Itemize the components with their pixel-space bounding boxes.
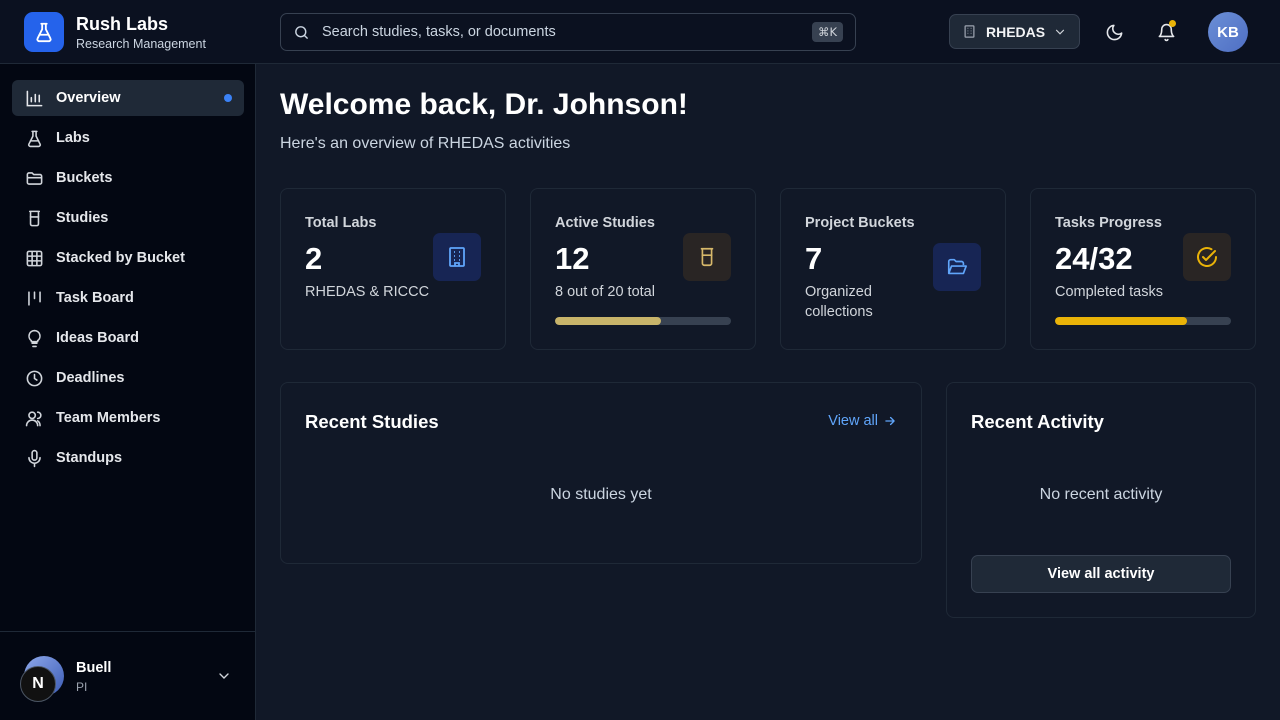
sidebar-item-buckets[interactable]: Buckets [12, 160, 244, 196]
moon-icon [1105, 23, 1124, 42]
beaker-icon [24, 208, 44, 228]
sidebar-item-label: Buckets [56, 170, 113, 186]
stat-value: 24/32 [1055, 241, 1133, 276]
top-bar: Rush Labs Research Management ⌘K RHEDAS [0, 0, 1280, 64]
sidebar-item-label: Standups [56, 450, 123, 466]
sidebar-item-label: Task Board [56, 290, 134, 306]
app-root: Rush Labs Research Management ⌘K RHEDAS [0, 0, 1280, 720]
theme-toggle-button[interactable] [1098, 16, 1130, 48]
n-badge[interactable]: N [20, 666, 56, 702]
tasks-progress-fill [1055, 317, 1187, 325]
users-icon [24, 408, 44, 428]
stat-value: 2 [305, 241, 323, 276]
grid-icon [24, 248, 44, 268]
stat-card-tasks-progress: Tasks Progress 24/32 Completed tasks [1030, 188, 1256, 350]
sidebar-item-standups[interactable]: Standups [12, 440, 244, 476]
flask-logo-icon [24, 12, 64, 52]
active-indicator-dot [224, 94, 232, 102]
view-all-activity-button[interactable]: View all activity [971, 555, 1231, 593]
user-role: PI [76, 680, 88, 694]
sidebar-item-label: Team Members [56, 410, 161, 426]
sidebar-item-label: Deadlines [56, 370, 125, 386]
flask-icon [24, 128, 44, 148]
stat-label: Total Labs [305, 215, 377, 231]
sidebar-item-labs[interactable]: Labs [12, 120, 244, 156]
search-input[interactable] [322, 24, 812, 40]
notifications-button[interactable] [1150, 16, 1182, 48]
building-icon [962, 24, 977, 39]
brand-title: Rush Labs [76, 13, 169, 34]
stat-description: Organized collections [805, 284, 873, 320]
main-content: Welcome back, Dr. Johnson! Here's an ove… [257, 64, 1280, 720]
folder-icon [24, 168, 44, 188]
sidebar-item-task-board[interactable]: Task Board [12, 280, 244, 316]
recent-studies-panel: Recent Studies View all No studies yet [280, 382, 922, 564]
sidebar-item-label: Ideas Board [56, 330, 139, 346]
stat-value: 12 [555, 241, 590, 276]
page-title: Welcome back, Dr. Johnson! [280, 88, 688, 121]
user-avatar[interactable]: KB [1208, 12, 1248, 52]
studies-progress-fill [555, 317, 661, 325]
stat-label: Active Studies [555, 215, 655, 231]
lightbulb-icon [24, 328, 44, 348]
building-icon [433, 233, 481, 281]
stat-label: Project Buckets [805, 215, 915, 231]
chevron-down-icon [1053, 25, 1067, 39]
sidebar-item-stacked-by-bucket[interactable]: Stacked by Bucket [12, 240, 244, 276]
stat-card-total-labs: Total Labs 2 RHEDAS & RICCC [280, 188, 506, 350]
sidebar-item-ideas-board[interactable]: Ideas Board [12, 320, 244, 356]
stat-description: RHEDAS & RICCC [305, 284, 430, 300]
sidebar: Overview Labs Buckets Studies Stacked by… [0, 64, 256, 720]
clock-icon [24, 368, 44, 388]
panel-title: Recent Studies [305, 411, 439, 432]
user-menu[interactable]: N Buell PI [0, 631, 256, 720]
folder-open-icon [933, 243, 981, 291]
panel-title: Recent Activity [971, 411, 1104, 432]
notification-dot [1169, 20, 1176, 27]
sidebar-item-team-members[interactable]: Team Members [12, 400, 244, 436]
sidebar-item-label: Labs [56, 130, 90, 146]
check-circle-icon [1183, 233, 1231, 281]
tasks-progress-bar [1055, 317, 1231, 325]
view-all-link[interactable]: View all [828, 413, 897, 429]
brand-subtitle: Research Management [76, 36, 206, 51]
chart-icon [24, 88, 44, 108]
recent-activity-panel: Recent Activity No recent activity View … [946, 382, 1256, 618]
user-name: Buell [76, 660, 112, 676]
stat-card-project-buckets: Project Buckets 7 Organized collections [780, 188, 1006, 350]
stat-description: Completed tasks [1055, 284, 1163, 300]
beaker-icon [683, 233, 731, 281]
brand[interactable]: Rush Labs Research Management [24, 12, 206, 52]
empty-state-text: No studies yet [550, 486, 652, 503]
lab-selector-label: RHEDAS [986, 23, 1046, 40]
sidebar-item-label: Studies [56, 210, 109, 226]
sidebar-item-overview[interactable]: Overview [12, 80, 244, 116]
lab-selector[interactable]: RHEDAS [949, 14, 1080, 49]
stat-value: 7 [805, 241, 823, 276]
kanban-icon [24, 288, 44, 308]
empty-state-text: No recent activity [1039, 486, 1163, 503]
search-box[interactable]: ⌘K [280, 13, 856, 51]
sidebar-item-deadlines[interactable]: Deadlines [12, 360, 244, 396]
microphone-icon [24, 448, 44, 468]
search-icon [293, 24, 310, 41]
arrow-right-icon [883, 414, 897, 428]
page-subtitle: Here's an overview of RHEDAS activities [280, 135, 571, 152]
studies-progress-bar [555, 317, 731, 325]
stat-label: Tasks Progress [1055, 215, 1162, 231]
stat-description: 8 out of 20 total [555, 284, 655, 300]
shortcut-badge: ⌘K [811, 22, 843, 42]
view-all-label: View all [828, 413, 878, 429]
sidebar-item-label: Overview [56, 90, 121, 106]
sidebar-nav: Overview Labs Buckets Studies Stacked by… [12, 80, 244, 480]
sidebar-item-label: Stacked by Bucket [56, 250, 185, 266]
chevron-down-icon[interactable] [216, 668, 232, 684]
sidebar-item-studies[interactable]: Studies [12, 200, 244, 236]
stat-card-active-studies: Active Studies 12 8 out of 20 total [530, 188, 756, 350]
